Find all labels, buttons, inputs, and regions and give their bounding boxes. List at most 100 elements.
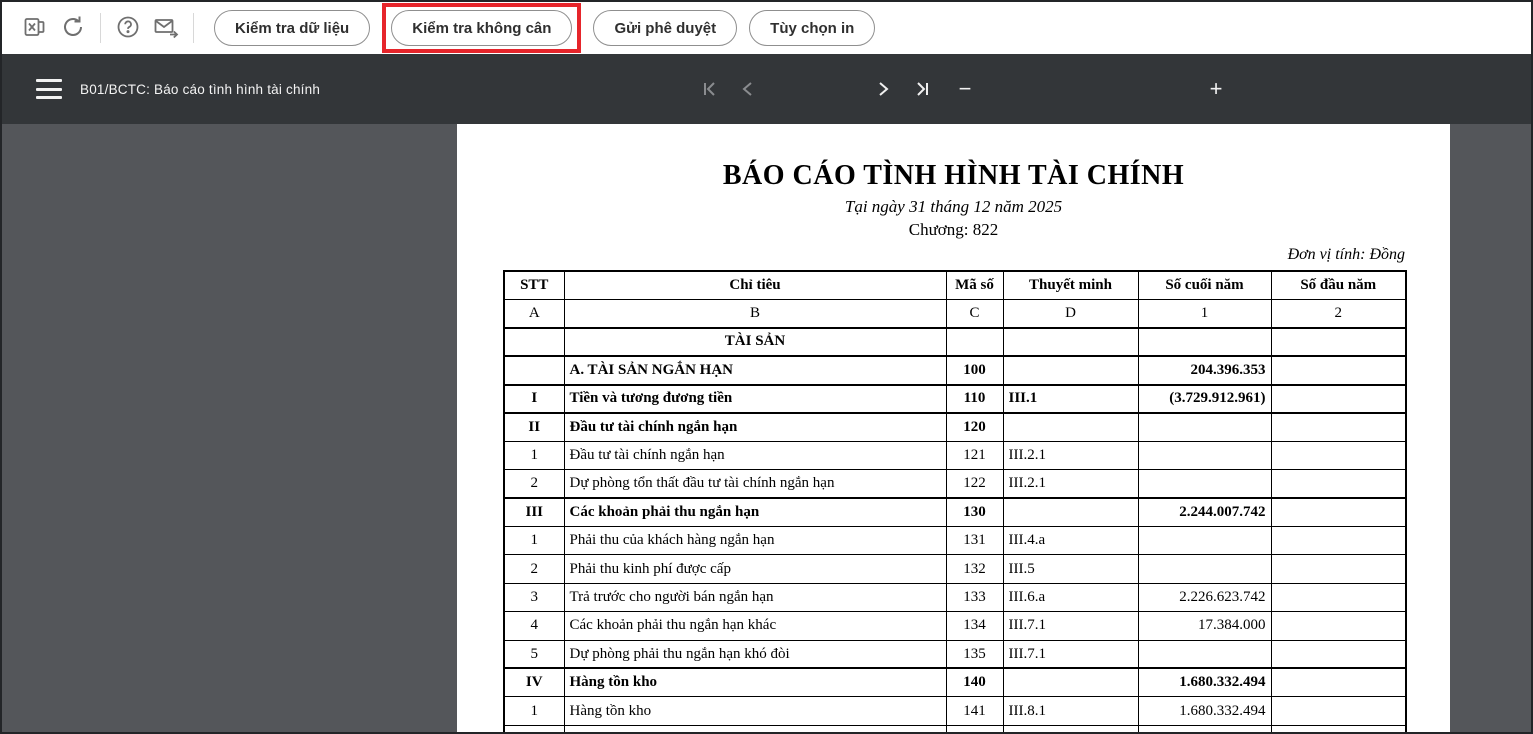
table-cell: 17.384.000 (1138, 612, 1271, 640)
table-row: A. TÀI SẢN NGẮN HẠN100204.396.353 (504, 356, 1406, 384)
table-cell: 133 (946, 583, 1003, 611)
table-row: 1Hàng tồn kho141III.8.11.680.332.494 (504, 697, 1406, 725)
last-page-button[interactable] (908, 75, 936, 103)
table-cell: 5 (504, 640, 564, 668)
first-page-icon (702, 81, 718, 97)
table-cell: IV (504, 668, 564, 696)
table-cell (1271, 640, 1406, 668)
table-cell (946, 328, 1003, 356)
table-cell: Đầu tư tài chính ngắn hạn (564, 441, 946, 469)
menu-button[interactable] (36, 79, 62, 99)
check-data-button[interactable]: Kiểm tra dữ liệu (214, 10, 370, 46)
table-cell: 2 (504, 555, 564, 583)
next-page-button[interactable] (870, 75, 898, 103)
toolbar-divider (100, 13, 101, 43)
table-cell (1271, 385, 1406, 413)
export-excel-button[interactable] (16, 9, 54, 47)
table-row: IVHàng tồn kho140 1.680.332.494 (504, 668, 1406, 696)
table-cell: (3.729.912.961) (1138, 385, 1271, 413)
table-cell (1271, 498, 1406, 526)
table-cell: III.5 (1003, 555, 1138, 583)
table-cell: 1.680.332.494 (1138, 668, 1271, 696)
print-options-button[interactable]: Tùy chọn in (749, 10, 875, 46)
prev-page-button[interactable] (733, 75, 761, 103)
table-cell (1138, 640, 1271, 668)
table-cell: III.7.1 (1003, 640, 1138, 668)
table-row: ITiền và tương đương tiền110III.1(3.729.… (504, 385, 1406, 413)
help-button[interactable] (109, 9, 147, 47)
table-cell: Hàng tồn kho (564, 668, 946, 696)
table-cell: Phải thu của khách hàng ngắn hạn (564, 527, 946, 555)
table-cell (1271, 356, 1406, 384)
table-cell: 130 (946, 498, 1003, 526)
table-cell (1138, 413, 1271, 441)
report-table-body: TÀI SẢNA. TÀI SẢN NGẮN HẠN100204.396.353… (504, 328, 1406, 732)
table-cell (1271, 583, 1406, 611)
col-header-so-cuoi-nam: Số cuối năm (1138, 271, 1271, 299)
table-cell: Tiền và tương đương tiền (564, 385, 946, 413)
table-cell: 100 (946, 356, 1003, 384)
table-cell: III.7.1 (1003, 612, 1138, 640)
table-cell (1271, 527, 1406, 555)
refresh-icon (60, 14, 86, 43)
last-page-icon (914, 81, 930, 97)
key-cell: B (564, 299, 946, 327)
help-icon (115, 14, 141, 43)
table-cell: 121 (946, 441, 1003, 469)
table-cell: TÀI SẢN (564, 328, 946, 356)
toolbar-divider (193, 13, 194, 43)
table-cell: 134 (946, 612, 1003, 640)
table-cell (1271, 668, 1406, 696)
table-cell: 2 (504, 470, 564, 498)
table-cell: 1.680.332.494 (1138, 697, 1271, 725)
zoom-out-button[interactable]: − (951, 75, 979, 103)
table-cell: Trả trước cho người bán ngắn hạn (564, 583, 946, 611)
unit-note: Đơn vị tính: Đồng (503, 246, 1405, 264)
table-cell (1003, 328, 1138, 356)
table-row: IIICác khoản phải thu ngắn hạn130 2.244.0… (504, 498, 1406, 526)
table-row: IIĐầu tư tài chính ngắn hạn120 (504, 413, 1406, 441)
table-row: 1Phải thu của khách hàng ngắn hạn131III.… (504, 527, 1406, 555)
hamburger-icon (36, 79, 62, 82)
col-header-ma-so: Mã số (946, 271, 1003, 299)
table-cell: 131 (946, 527, 1003, 555)
table-cell: Hàng tồn kho (564, 697, 946, 725)
send-mail-icon (152, 14, 180, 43)
table-key-row: A B C D 1 2 (504, 299, 1406, 327)
financial-report-table: STT Chỉ tiêu Mã số Thuyết minh Số cuối n… (503, 270, 1407, 732)
chevron-right-icon (877, 81, 891, 97)
table-cell: Dự phòng phải thu ngắn hạn khó đòi (564, 640, 946, 668)
table-cell (1003, 413, 1138, 441)
key-cell: D (1003, 299, 1138, 327)
table-row: 2Dự phòng giảm giá hàng tồn kho142III.8.… (504, 725, 1406, 732)
zoom-in-button[interactable]: + (1202, 75, 1230, 103)
table-cell: 140 (946, 668, 1003, 696)
table-cell (1271, 612, 1406, 640)
table-cell (1271, 328, 1406, 356)
key-cell: 1 (1138, 299, 1271, 327)
col-header-chi-tieu: Chỉ tiêu (564, 271, 946, 299)
key-cell: C (946, 299, 1003, 327)
send-mail-button[interactable] (147, 9, 185, 47)
table-cell: III.4.a (1003, 527, 1138, 555)
table-row: TÀI SẢN (504, 328, 1406, 356)
table-cell: III (504, 498, 564, 526)
table-cell (504, 328, 564, 356)
refresh-button[interactable] (54, 9, 92, 47)
send-approval-button[interactable]: Gửi phê duyệt (593, 10, 737, 46)
table-cell: Các khoản phải thu ngắn hạn khác (564, 612, 946, 640)
table-cell: 4 (504, 612, 564, 640)
table-cell (1271, 555, 1406, 583)
table-cell: 2.226.623.742 (1138, 583, 1271, 611)
table-cell: 2.244.007.742 (1138, 498, 1271, 526)
first-page-button[interactable] (696, 75, 724, 103)
app-window: Kiểm tra dữ liệu Kiểm tra không cân Gửi … (0, 0, 1533, 734)
table-cell (1138, 470, 1271, 498)
check-imbalance-button[interactable]: Kiểm tra không cân (391, 10, 572, 46)
table-row: 5Dự phòng phải thu ngắn hạn khó đòi135II… (504, 640, 1406, 668)
document-title: BÁO CÁO TÌNH HÌNH TÀI CHÍNH (457, 160, 1450, 192)
table-cell: Các khoản phải thu ngắn hạn (564, 498, 946, 526)
table-cell: I (504, 385, 564, 413)
table-row: 4Các khoản phải thu ngắn hạn khác134III.… (504, 612, 1406, 640)
table-cell: 142 (946, 725, 1003, 732)
